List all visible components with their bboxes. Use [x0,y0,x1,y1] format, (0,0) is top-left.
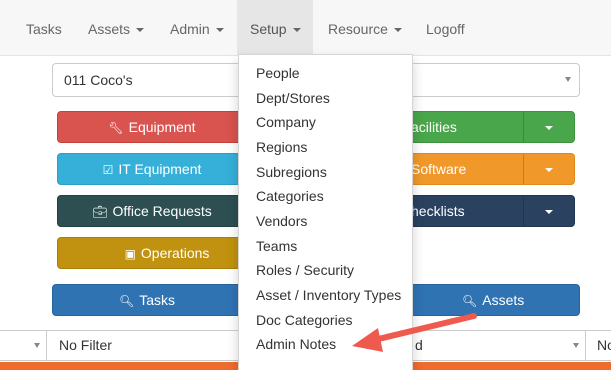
nav-logoff-label: Logoff [426,21,465,37]
assets-search-button[interactable]: 🔍︎ Assets [395,284,580,316]
menu-item-teams[interactable]: Teams [239,234,412,258]
search-icon: 🔍︎ [462,294,478,308]
software-button[interactable]: Software [395,153,575,185]
assets-search-button-label: Assets [482,292,525,308]
nav-admin[interactable]: Admin [170,0,224,56]
office-requests-button-label: Office Requests [112,203,212,219]
briefcase-icon: 💼︎ [92,205,108,219]
menu-item-subregions[interactable]: Subregions [239,160,412,184]
caret-down-icon [545,210,553,214]
menu-item-regions[interactable]: Regions [239,135,412,159]
select-arrow-icon [565,77,571,82]
menu-item-roles-security[interactable]: Roles / Security [239,258,412,282]
menu-item-vendors[interactable]: Vendors [239,209,412,233]
software-split-toggle[interactable] [523,154,574,184]
menu-item-people[interactable]: People [239,61,412,85]
nav-setup[interactable]: Setup [237,0,313,56]
menu-item-company[interactable]: Company [239,110,412,134]
filter-select-2[interactable]: No Filter [47,331,242,360]
equipment-button-label: Equipment [128,119,196,135]
filter-select-3-value: d [415,337,423,353]
tasks-search-button-label: Tasks [139,292,176,308]
facilities-button[interactable]: acilities [395,111,575,143]
operations-button-label: Operations [140,245,210,261]
nav-admin-label: Admin [170,21,210,37]
nav-resource-label: Resource [328,21,388,37]
nav-assets[interactable]: Assets [88,0,145,56]
nav-setup-label: Setup [250,21,287,37]
menu-item-categories[interactable]: Categories [239,184,412,208]
nav-tasks[interactable]: Tasks [26,0,62,56]
checklists-button-label: hecklists [411,203,465,219]
checklists-button[interactable]: hecklists [395,195,575,227]
caret-down-icon [292,28,301,33]
caret-down-icon [393,28,402,33]
it-equipment-button[interactable]: ☑ IT Equipment [57,153,247,185]
equipment-button[interactable]: 🔧︎ Equipment [57,111,247,143]
office-requests-button[interactable]: 💼︎ Office Requests [57,195,247,227]
setup-dropdown-menu: People Dept/Stores Company Regions Subre… [238,54,413,370]
store-select-value: 011 Coco's [64,72,133,88]
facilities-button-label: acilities [411,119,457,135]
menu-item-dept-stores[interactable]: Dept/Stores [239,86,412,110]
caret-down-icon [545,126,553,130]
checklists-split-toggle[interactable] [523,196,574,226]
book-icon: ▣ [124,247,136,261]
filter-select-4-value: No [597,337,611,353]
menu-item-admin-notes[interactable]: Admin Notes [239,332,412,356]
it-equipment-button-label: IT Equipment [118,161,202,177]
caret-down-icon [545,168,553,172]
software-button-label: Software [411,161,467,177]
tasks-search-button[interactable]: 🔍︎ Tasks [52,284,242,316]
select-arrow-icon [34,343,40,348]
nav-logoff[interactable]: Logoff [426,0,465,56]
menu-item-doc-categories[interactable]: Doc Categories [239,308,412,332]
caret-down-icon [215,28,224,33]
filter-select-2-value: No Filter [59,337,112,353]
caret-down-icon [136,28,145,33]
nav-resource[interactable]: Resource [328,0,402,56]
search-icon: 🔍︎ [118,294,135,308]
top-navbar: Tasks Assets Admin Setup Resource Logoff [0,0,611,56]
operations-button[interactable]: ▣ Operations [57,237,247,269]
check-square-icon: ☑ [102,163,114,177]
filter-select-1[interactable] [0,331,47,360]
wrench-icon: 🔧︎ [108,121,124,135]
nav-assets-label: Assets [88,21,131,37]
filter-select-4[interactable]: No [586,331,611,360]
filter-select-3[interactable]: d [413,331,586,360]
facilities-split-toggle[interactable] [523,112,574,142]
select-arrow-icon [573,343,579,348]
nav-tasks-label: Tasks [26,21,62,37]
menu-item-asset-inventory-types[interactable]: Asset / Inventory Types [239,283,412,307]
